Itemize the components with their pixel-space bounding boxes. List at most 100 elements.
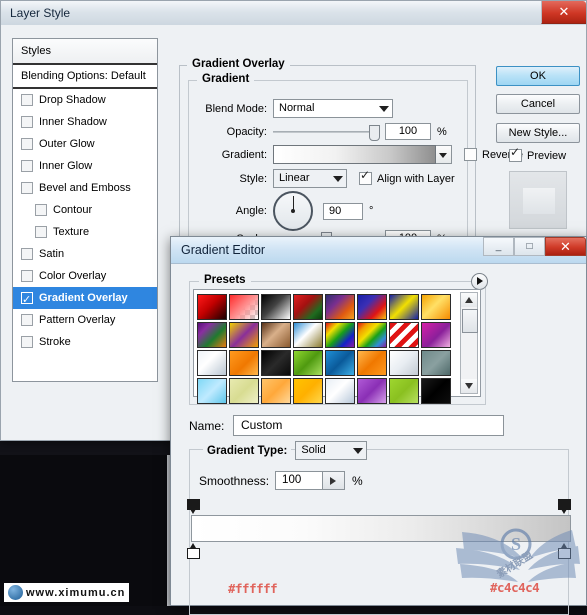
style-item-inner-glow[interactable]: Inner Glow [13, 155, 157, 177]
scrollbar-thumb[interactable] [462, 309, 478, 333]
close-icon[interactable]: ✕ [545, 237, 586, 256]
style-item-label: Texture [53, 226, 90, 238]
gradient-preset-swatch[interactable] [293, 322, 323, 348]
style-item-checkbox[interactable] [21, 138, 33, 150]
style-item-label: Inner Shadow [39, 116, 107, 128]
opacity-slider[interactable] [273, 124, 380, 141]
gradient-preset-swatch[interactable] [261, 350, 291, 376]
gradient-preset-swatch[interactable] [197, 322, 227, 348]
angle-dial[interactable] [273, 191, 313, 231]
align-with-layer-checkbox[interactable] [359, 168, 372, 185]
gradient-preset-swatch[interactable] [389, 378, 419, 404]
gradient-preset-swatch[interactable] [197, 378, 227, 404]
gradient-preset-swatch[interactable] [261, 294, 291, 320]
gradient-preset-swatch[interactable] [197, 350, 227, 376]
maximize-icon[interactable]: □ [514, 237, 545, 256]
style-item-color-overlay[interactable]: Color Overlay [13, 265, 157, 287]
style-item-texture[interactable]: Texture [13, 221, 157, 243]
gradient-preset-swatch[interactable] [421, 350, 451, 376]
gradient-preset-swatch[interactable] [229, 322, 259, 348]
style-item-label: Pattern Overlay [39, 314, 116, 326]
presets-menu-icon[interactable] [471, 273, 488, 290]
style-item-pattern-overlay[interactable]: Pattern Overlay [13, 309, 157, 331]
opacity-input[interactable]: 100 [385, 123, 431, 140]
style-item-checkbox[interactable] [21, 336, 33, 348]
style-item-checkbox[interactable] [21, 248, 33, 260]
gradient-preset-swatch[interactable] [421, 294, 451, 320]
angle-dial-center [291, 209, 295, 213]
gradient-preset-swatch[interactable] [357, 350, 387, 376]
style-item-drop-shadow[interactable]: Drop Shadow [13, 89, 157, 111]
style-item-checkbox[interactable] [21, 116, 33, 128]
style-item-checkbox[interactable] [21, 314, 33, 326]
layer-style-cancel-button[interactable]: Cancel [496, 94, 580, 114]
gradient-preset-swatch[interactable] [293, 378, 323, 404]
style-item-checkbox[interactable] [21, 270, 33, 282]
gradient-preset-swatch[interactable] [261, 322, 291, 348]
style-item-outer-glow[interactable]: Outer Glow [13, 133, 157, 155]
style-item-contour[interactable]: Contour [13, 199, 157, 221]
opacity-stop-left[interactable] [187, 499, 200, 514]
close-icon[interactable]: ✕ [541, 1, 586, 24]
gradient-preset-swatch[interactable] [229, 350, 259, 376]
presets-swatch-grid [196, 293, 454, 405]
gradient-style-select[interactable]: Linear [273, 169, 347, 188]
gradient-preset-swatch[interactable] [325, 322, 355, 348]
gradient-preset-swatch[interactable] [357, 294, 387, 320]
scroll-down-arrow-icon[interactable] [461, 379, 477, 393]
gradient-type-select[interactable]: Solid [295, 441, 368, 460]
style-item-checkbox[interactable] [21, 160, 33, 172]
smoothness-stepper[interactable] [323, 471, 346, 490]
gradient-preview-swatch[interactable] [273, 145, 436, 164]
style-item-checkbox[interactable] [35, 226, 47, 238]
gradient-preset-swatch[interactable] [261, 378, 291, 404]
gradient-preset-swatch[interactable] [325, 378, 355, 404]
gradient-preset-swatch[interactable] [421, 378, 451, 404]
style-item-label: Color Overlay [39, 270, 107, 282]
gradient-preset-swatch[interactable] [357, 378, 387, 404]
new-style-button[interactable]: New Style... [496, 123, 580, 143]
angle-input[interactable]: 90 [323, 202, 363, 220]
smoothness-row: Smoothness: 100 % [199, 471, 363, 490]
chevron-down-icon [353, 448, 364, 454]
style-item-checkbox[interactable] [35, 204, 47, 216]
blend-mode-select[interactable]: Normal [273, 99, 393, 118]
gradient-preset-swatch[interactable] [197, 294, 227, 320]
gradient-preset-swatch[interactable] [325, 294, 355, 320]
name-row: Name: Custom [189, 415, 504, 436]
gradient-preset-swatch[interactable] [229, 294, 259, 320]
gradient-preset-swatch[interactable] [325, 350, 355, 376]
style-item-bevel-and-emboss[interactable]: Bevel and Emboss [13, 177, 157, 199]
gradient-preset-swatch[interactable] [389, 322, 419, 348]
gradient-preset-swatch[interactable] [293, 294, 323, 320]
style-item-checkbox[interactable] [21, 94, 33, 106]
color-stop-left[interactable] [187, 543, 200, 559]
gradient-preset-swatch[interactable] [293, 350, 323, 376]
gradient-preset-swatch[interactable] [229, 378, 259, 404]
style-item-gradient-overlay[interactable]: Gradient Overlay [13, 287, 157, 311]
style-item-stroke[interactable]: Stroke [13, 331, 157, 353]
style-item-inner-shadow[interactable]: Inner Shadow [13, 111, 157, 133]
gradient-dropdown-button[interactable] [436, 145, 452, 164]
opacity-stop-right[interactable] [558, 499, 571, 514]
reverse-checkbox[interactable] [464, 148, 477, 161]
blending-options-item[interactable]: Blending Options: Default [13, 65, 157, 89]
scroll-up-arrow-icon[interactable] [461, 293, 477, 307]
blend-mode-value: Normal [279, 102, 315, 114]
gradient-preset-swatch[interactable] [389, 294, 419, 320]
presets-scrollbar[interactable] [460, 292, 478, 394]
style-item-checkbox[interactable] [21, 289, 33, 311]
gradient-name-input[interactable]: Custom [233, 415, 504, 436]
gradient-preset-swatch[interactable] [421, 322, 451, 348]
opacity-label: Opacity: [226, 125, 267, 138]
gradient-preset-swatch[interactable] [389, 350, 419, 376]
smoothness-input[interactable]: 100 [275, 471, 324, 490]
gradient-preset-swatch[interactable] [357, 322, 387, 348]
preview-toggle[interactable]: Preview [509, 145, 566, 162]
minimize-icon[interactable]: _ [483, 237, 514, 256]
style-item-checkbox[interactable] [21, 182, 33, 194]
style-item-satin[interactable]: Satin [13, 243, 157, 265]
layer-style-ok-button[interactable]: OK [496, 66, 580, 86]
opacity-slider-thumb[interactable] [369, 124, 380, 141]
preview-checkbox[interactable] [509, 145, 522, 162]
